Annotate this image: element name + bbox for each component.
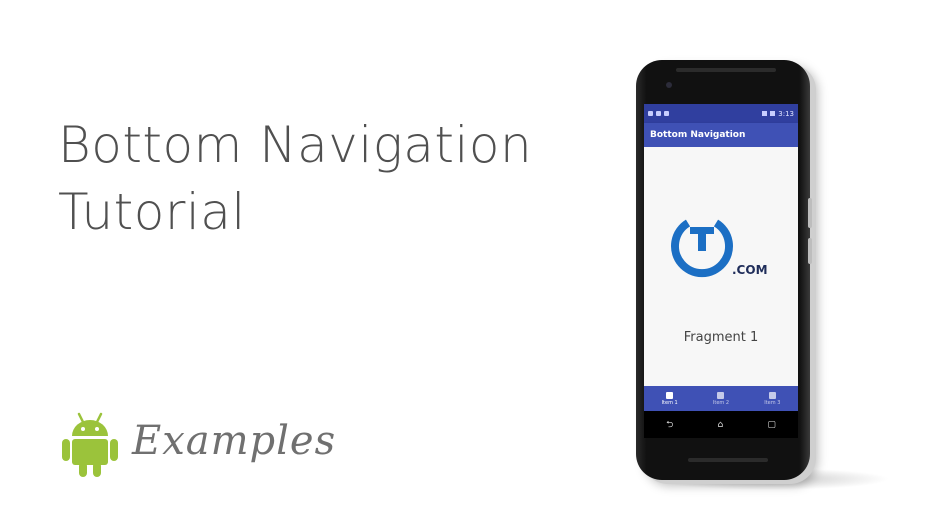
earpiece-speaker bbox=[676, 68, 776, 72]
notification-icon bbox=[648, 111, 653, 116]
fragment-content: .COM Fragment 1 bbox=[644, 147, 798, 386]
bottom-navigation: Item 1 Item 2 Item 3 bbox=[644, 386, 798, 411]
fragment-label: Fragment 1 bbox=[683, 330, 759, 345]
system-navigation-bar: ⮌ ⌂ ▢ bbox=[644, 411, 798, 438]
status-system: 3:13 bbox=[762, 110, 794, 118]
headline: Bottom Navigation Tutorial bbox=[58, 112, 532, 246]
examples-wordmark: Examples bbox=[132, 418, 337, 464]
nav-item-label: Item 3 bbox=[764, 399, 781, 406]
nav-item-label: Item 2 bbox=[712, 399, 730, 406]
bottom-speaker bbox=[688, 458, 768, 462]
notification-icon bbox=[664, 111, 669, 116]
status-time: 3:13 bbox=[778, 109, 794, 118]
app-title: Bottom Navigation bbox=[650, 130, 746, 140]
nav-item-1[interactable]: Item 1 bbox=[644, 386, 695, 411]
battery-icon bbox=[770, 111, 776, 116]
recents-button[interactable]: ▢ bbox=[767, 420, 776, 430]
app-toolbar: Bottom Navigation bbox=[644, 123, 798, 147]
nav-item-icon bbox=[768, 391, 776, 399]
nav-item-icon bbox=[666, 391, 674, 399]
android-icon bbox=[62, 412, 118, 477]
headline-line-1: Bottom Navigation bbox=[58, 116, 533, 174]
front-camera bbox=[666, 82, 672, 88]
logo-icon bbox=[671, 219, 733, 278]
nav-item-label: Item 1 bbox=[661, 399, 678, 406]
notification-icon bbox=[656, 111, 661, 116]
site-logo: .COM bbox=[670, 215, 770, 287]
logo-suffix: .COM bbox=[732, 263, 768, 277]
power-button bbox=[808, 198, 812, 228]
signal-icon bbox=[762, 111, 768, 116]
status-notifications bbox=[648, 111, 669, 116]
status-bar: 3:13 bbox=[644, 104, 798, 123]
nav-item-icon bbox=[717, 391, 725, 399]
nav-item-3[interactable]: Item 3 bbox=[747, 386, 798, 411]
volume-button bbox=[808, 238, 812, 264]
headline-line-2: Tutorial bbox=[58, 183, 246, 241]
back-button[interactable]: ⮌ bbox=[666, 417, 673, 433]
home-button[interactable]: ⌂ bbox=[717, 420, 723, 430]
phone-screen: 3:13 Bottom Navigation .COM Fragment 1 I… bbox=[644, 104, 798, 438]
nav-item-2[interactable]: Item 2 bbox=[695, 386, 746, 411]
